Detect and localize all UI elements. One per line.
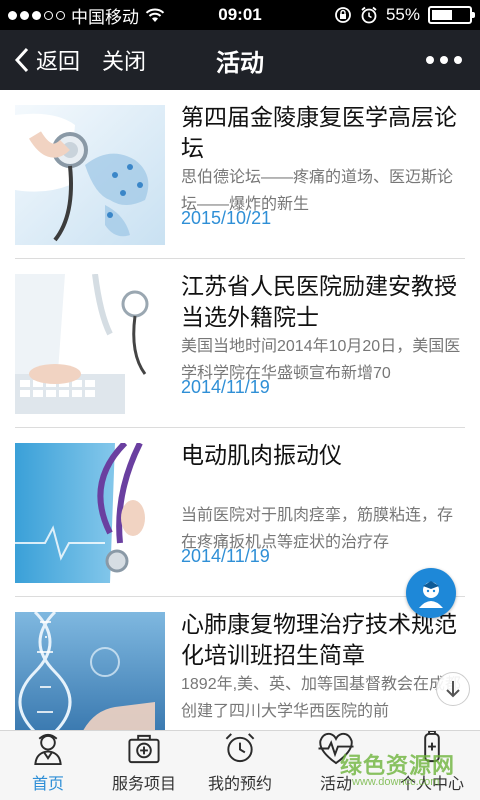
article-list: 第四届金陵康复医学高层论坛 思伯德论坛——疼痛的道场、医迈斯论坛——爆炸的新生 … [0,90,480,730]
more-dot-icon [454,56,462,64]
article-summary: 1892年,美、英、加等国基督教会在成都创建了四川大学华西医院的前 [181,676,462,720]
tab-appointments[interactable]: 我的预约 [192,731,288,800]
alarm-clock-icon [225,733,255,763]
person-icon [424,731,440,763]
article-title: 心肺康复物理治疗技术规范化培训班招生简章 [181,611,457,668]
wifi-icon [145,8,165,22]
doctor-stethoscope-image [15,443,165,583]
article-date: 2014/11/19 [181,546,270,566]
doctor-icon [34,733,62,766]
scroll-down-button[interactable] [436,672,470,706]
article-item[interactable]: 心肺康复物理治疗技术规范化培训班招生简章 1892年,美、英、加等国基督教会在成… [15,597,465,730]
tab-label: 服务项目 [111,776,176,793]
article-item[interactable]: 江苏省人民医院励建安教授当选外籍院士 美国当地时间2014年10月20日，美国医… [15,259,465,428]
more-dot-icon [426,56,434,64]
back-label: 返回 [36,49,81,74]
doctor-avatar-icon [419,581,443,608]
carrier-label: 中国移动 [71,7,139,27]
rotation-lock-icon [335,7,351,23]
article-item[interactable]: 电动肌肉振动仪 当前医院对于肌肉痉挛，筋膜粘连，存在疼痛扳机点等症状的治疗存 2… [15,428,465,597]
battery-icon [428,6,475,24]
article-date: 2014/11/19 [181,377,270,397]
tab-label: 我的预约 [207,776,272,793]
tab-home[interactable]: 首页 [0,731,96,800]
status-bar: 中国移动 09:01 55% [0,0,480,30]
article-title: 电动肌肉振动仪 [181,442,342,468]
close-button[interactable]: 关闭 [102,44,146,76]
signal-strength-icon [8,10,65,20]
doctor-keyboard-image [15,274,165,414]
tab-label: 个人中心 [399,776,464,793]
navigation-bar: 返回 关闭 活动 [0,30,480,90]
more-menu-button[interactable] [426,56,462,64]
tab-services[interactable]: 服务项目 [96,731,192,800]
article-date: 2015/10/21 [181,208,272,228]
tab-label: 首页 [31,776,64,793]
stethoscope-world-map-image [15,105,165,245]
medical-kit-icon [128,734,160,764]
customer-service-button[interactable] [406,568,456,618]
article-title: 第四届金陵康复医学高层论坛 [181,104,457,161]
tab-label: 活动 [319,776,352,793]
alarm-icon [361,6,377,24]
tab-bar: 首页 服务项目 我的预约 活动 个人中心 [0,730,480,800]
article-title: 江苏省人民医院励建安教授当选外籍院士 [181,273,457,330]
battery-percent: 55% [385,5,420,24]
tab-profile[interactable]: 个人中心 [384,731,480,800]
tab-activities[interactable]: 活动 [288,731,384,800]
back-button[interactable]: 返回 [0,44,80,76]
dna-hand-image [15,612,165,730]
heartbeat-icon [318,732,354,765]
arrow-down-icon [446,681,460,698]
chevron-left-icon [14,47,29,73]
article-item[interactable]: 第四届金陵康复医学高层论坛 思伯德论坛——疼痛的道场、医迈斯论坛——爆炸的新生 … [15,90,465,259]
more-dot-icon [440,56,448,64]
